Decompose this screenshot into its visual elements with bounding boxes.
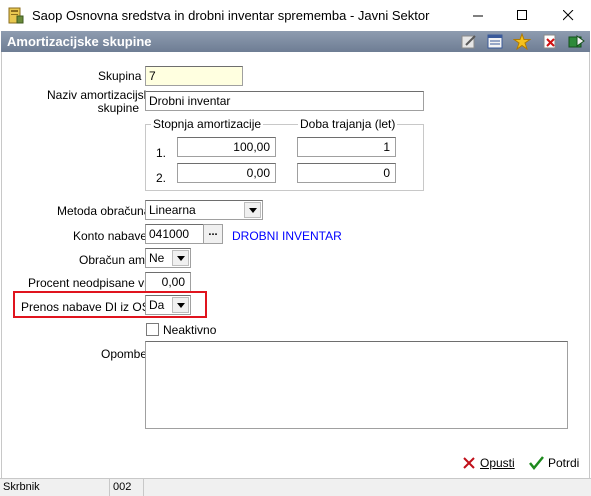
konto-field[interactable]: 041000 (145, 224, 206, 244)
checkmark-icon (529, 456, 544, 470)
skupina-label: Skupina (98, 69, 142, 83)
metoda-dropdown-button[interactable] (244, 202, 261, 218)
obracun-dropdown-button[interactable] (172, 250, 189, 266)
naziv-label-line2: skupine (97, 101, 139, 115)
neaktivno-checkbox[interactable] (146, 323, 159, 336)
procent-label: Procent neodpisane vr. (28, 276, 151, 290)
stopnja-field-2[interactable]: 0,00 (177, 163, 276, 183)
delete-icon[interactable] (541, 33, 559, 50)
star-icon[interactable] (513, 33, 531, 50)
skupina-field[interactable]: 7 (145, 66, 243, 86)
doba-field-2[interactable]: 0 (297, 163, 396, 183)
status-code: 002 (110, 479, 144, 496)
konto-description: DROBNI INVENTAR (232, 229, 342, 243)
stopnja-group-title: Stopnja amortizacije (151, 117, 264, 131)
konto-label: Konto nabave (73, 229, 148, 243)
window-title: Saop Osnovna sredstva in drobni inventar… (32, 8, 430, 23)
prenos-dropdown-button[interactable] (172, 297, 189, 313)
chevron-down-icon (248, 207, 257, 213)
prenos-value: Da (149, 298, 165, 312)
form-title: Amortizacijske skupine (7, 34, 152, 49)
maximize-icon (517, 10, 527, 20)
opombe-textarea[interactable] (145, 341, 568, 429)
minimize-button[interactable] (456, 0, 501, 31)
metoda-label: Metoda obračuna (57, 204, 151, 218)
close-button[interactable] (546, 0, 591, 31)
obracun-value: Ne (149, 251, 165, 265)
window-titlebar: Saop Osnovna sredstva in drobni inventar… (0, 0, 591, 31)
edit-icon[interactable] (460, 33, 478, 50)
minimize-icon (473, 15, 483, 17)
obracun-label: Obračun am. (79, 253, 149, 267)
doba-field-1[interactable]: 1 (297, 137, 396, 157)
stopnja-field-1[interactable]: 100,00 (177, 137, 276, 157)
app-icon (8, 7, 24, 24)
confirm-button[interactable]: Potrdi (529, 452, 579, 474)
chevron-down-icon (176, 302, 185, 308)
status-user: Skrbnik (0, 479, 110, 496)
cancel-button[interactable]: Opusti (462, 452, 515, 474)
form-header: Amortizacijske skupine (1, 31, 590, 52)
cancel-label: Opusti (480, 456, 515, 470)
form-list-icon[interactable] (486, 33, 504, 50)
procent-field[interactable]: 0,00 (145, 272, 191, 292)
close-icon (563, 10, 574, 21)
confirm-label: Potrdi (548, 456, 580, 470)
obracun-select[interactable]: Ne (145, 248, 191, 268)
cancel-x-icon (463, 457, 475, 469)
chevron-down-icon (176, 255, 185, 261)
maximize-button[interactable] (500, 0, 545, 31)
row-number-2: 2. (156, 171, 167, 185)
prenos-select[interactable]: Da (145, 295, 191, 315)
naziv-label-line1: Naziv amortizacijske (47, 88, 157, 102)
doba-group-title: Doba trajanja (let) (298, 117, 398, 131)
opombe-label: Opombe (101, 347, 148, 361)
neaktivno-label: Neaktivno (163, 323, 217, 337)
prenos-label: Prenos nabave DI iz OSD (21, 300, 159, 314)
metoda-value: Linearna (149, 203, 196, 217)
status-bar: Skrbnik 002 (0, 478, 591, 496)
naziv-field[interactable]: Drobni inventar (145, 91, 424, 111)
konto-lookup-button[interactable]: ... (203, 224, 223, 244)
metoda-select[interactable]: Linearna (145, 200, 263, 220)
exit-book-icon[interactable] (567, 33, 585, 50)
row-number-1: 1. (156, 146, 167, 160)
